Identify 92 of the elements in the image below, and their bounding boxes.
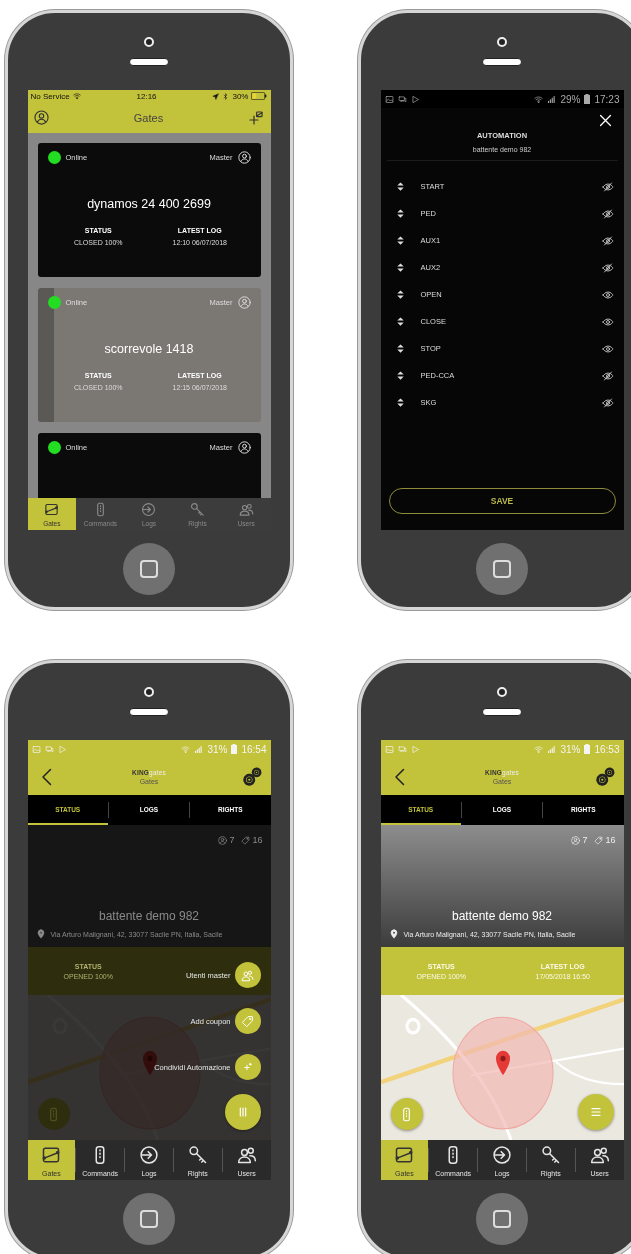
clock: 16:53: [594, 743, 620, 755]
add-gate-button[interactable]: [248, 109, 265, 126]
camera-lens: [497, 37, 507, 47]
camera-lens: [144, 687, 154, 697]
user-circle-icon: [218, 835, 228, 845]
users-icon: [241, 968, 254, 982]
message-icon: [397, 744, 407, 754]
clock: 16:54: [241, 743, 267, 755]
users-count: 7: [582, 835, 588, 845]
message-icon: [44, 744, 54, 754]
location-arrow-icon: [212, 92, 220, 100]
clock: 12:16: [136, 91, 157, 101]
play-icon: [410, 744, 420, 754]
users-icon: [236, 1145, 257, 1165]
image-icon: [384, 744, 394, 754]
wifi-icon: [534, 94, 544, 104]
tag-icon: [241, 835, 251, 845]
wifi-icon: [534, 744, 544, 754]
user-circle-icon: [571, 835, 581, 845]
user-circle-icon: [237, 441, 251, 454]
home-button[interactable]: [476, 542, 528, 595]
sort-icon: [394, 343, 406, 354]
user-circle-icon: [33, 110, 49, 125]
gate-name: dynamos 24 400 2699: [86, 197, 212, 211]
key-icon: [540, 1145, 561, 1165]
user-circle-icon: [237, 151, 251, 164]
home-button[interactable]: [476, 1192, 528, 1245]
speaker-grille: [482, 708, 522, 716]
battery-percent: 29%: [560, 93, 581, 105]
sort-icon: [394, 262, 406, 273]
users-icon: [238, 502, 254, 517]
coupons-count: 16: [252, 835, 263, 845]
play-icon: [57, 744, 67, 754]
users-count: 7: [229, 835, 235, 845]
sort-icon: [394, 316, 406, 327]
gate-name: scorrevole 1418: [103, 342, 195, 356]
key-icon: [190, 502, 206, 517]
sort-icon: [394, 289, 406, 300]
profile-button[interactable]: [33, 110, 49, 125]
sort-icon: [394, 397, 406, 408]
signal-icon: [547, 744, 557, 754]
signal-icon: [194, 744, 204, 754]
gate-icon: [44, 502, 60, 517]
carrier: No Service: [30, 91, 70, 101]
location-pin-icon: [388, 929, 399, 939]
gears-icon: [593, 765, 616, 788]
gate-icon: [394, 1145, 415, 1165]
sort-icon: [394, 370, 406, 381]
battery-percent: 31%: [207, 743, 228, 755]
image-icon: [384, 94, 394, 104]
arrow-circle-icon: [139, 1145, 159, 1165]
bluetooth-icon: [222, 92, 230, 100]
gate-name: battente demo 982: [97, 909, 201, 923]
speaker-grille: [482, 58, 522, 66]
signal-icon: [547, 94, 557, 104]
speaker-grille: [129, 708, 169, 716]
screen-title: Gates: [133, 111, 164, 124]
key-icon: [187, 1145, 208, 1165]
wifi-icon: [72, 92, 81, 100]
arrow-circle-icon: [492, 1145, 512, 1165]
battery-icon: [584, 94, 591, 104]
battery-icon: [584, 744, 591, 754]
coupons-count: 16: [605, 835, 616, 845]
user-circle-icon: [237, 296, 251, 309]
users-icon: [589, 1145, 610, 1165]
sort-icon: [394, 235, 406, 246]
location-pin-icon: [35, 929, 46, 939]
settings-button[interactable]: [593, 765, 616, 788]
battery-percent: 31%: [560, 743, 581, 755]
image-icon: [31, 744, 41, 754]
add-gate-icon: [248, 109, 265, 126]
gears-icon: [240, 765, 263, 788]
gate-icon: [41, 1145, 62, 1165]
home-button[interactable]: [123, 542, 175, 595]
tag-icon: [594, 835, 604, 845]
camera-lens: [144, 37, 154, 47]
clock: 17:23: [594, 93, 620, 105]
tag-icon: [241, 1014, 254, 1028]
battery-icon: [251, 92, 268, 100]
battery-percent: 30%: [232, 91, 249, 101]
home-button[interactable]: [123, 1192, 175, 1245]
battery-icon: [231, 744, 238, 754]
arrow-circle-icon: [141, 502, 157, 517]
sort-icon: [394, 208, 406, 219]
settings-button[interactable]: [240, 765, 263, 788]
message-icon: [397, 94, 407, 104]
play-icon: [410, 94, 420, 104]
sort-icon: [394, 181, 406, 192]
wifi-icon: [181, 744, 191, 754]
gate-name: battente demo 982: [450, 909, 554, 923]
speaker-grille: [129, 58, 169, 66]
camera-lens: [497, 687, 507, 697]
